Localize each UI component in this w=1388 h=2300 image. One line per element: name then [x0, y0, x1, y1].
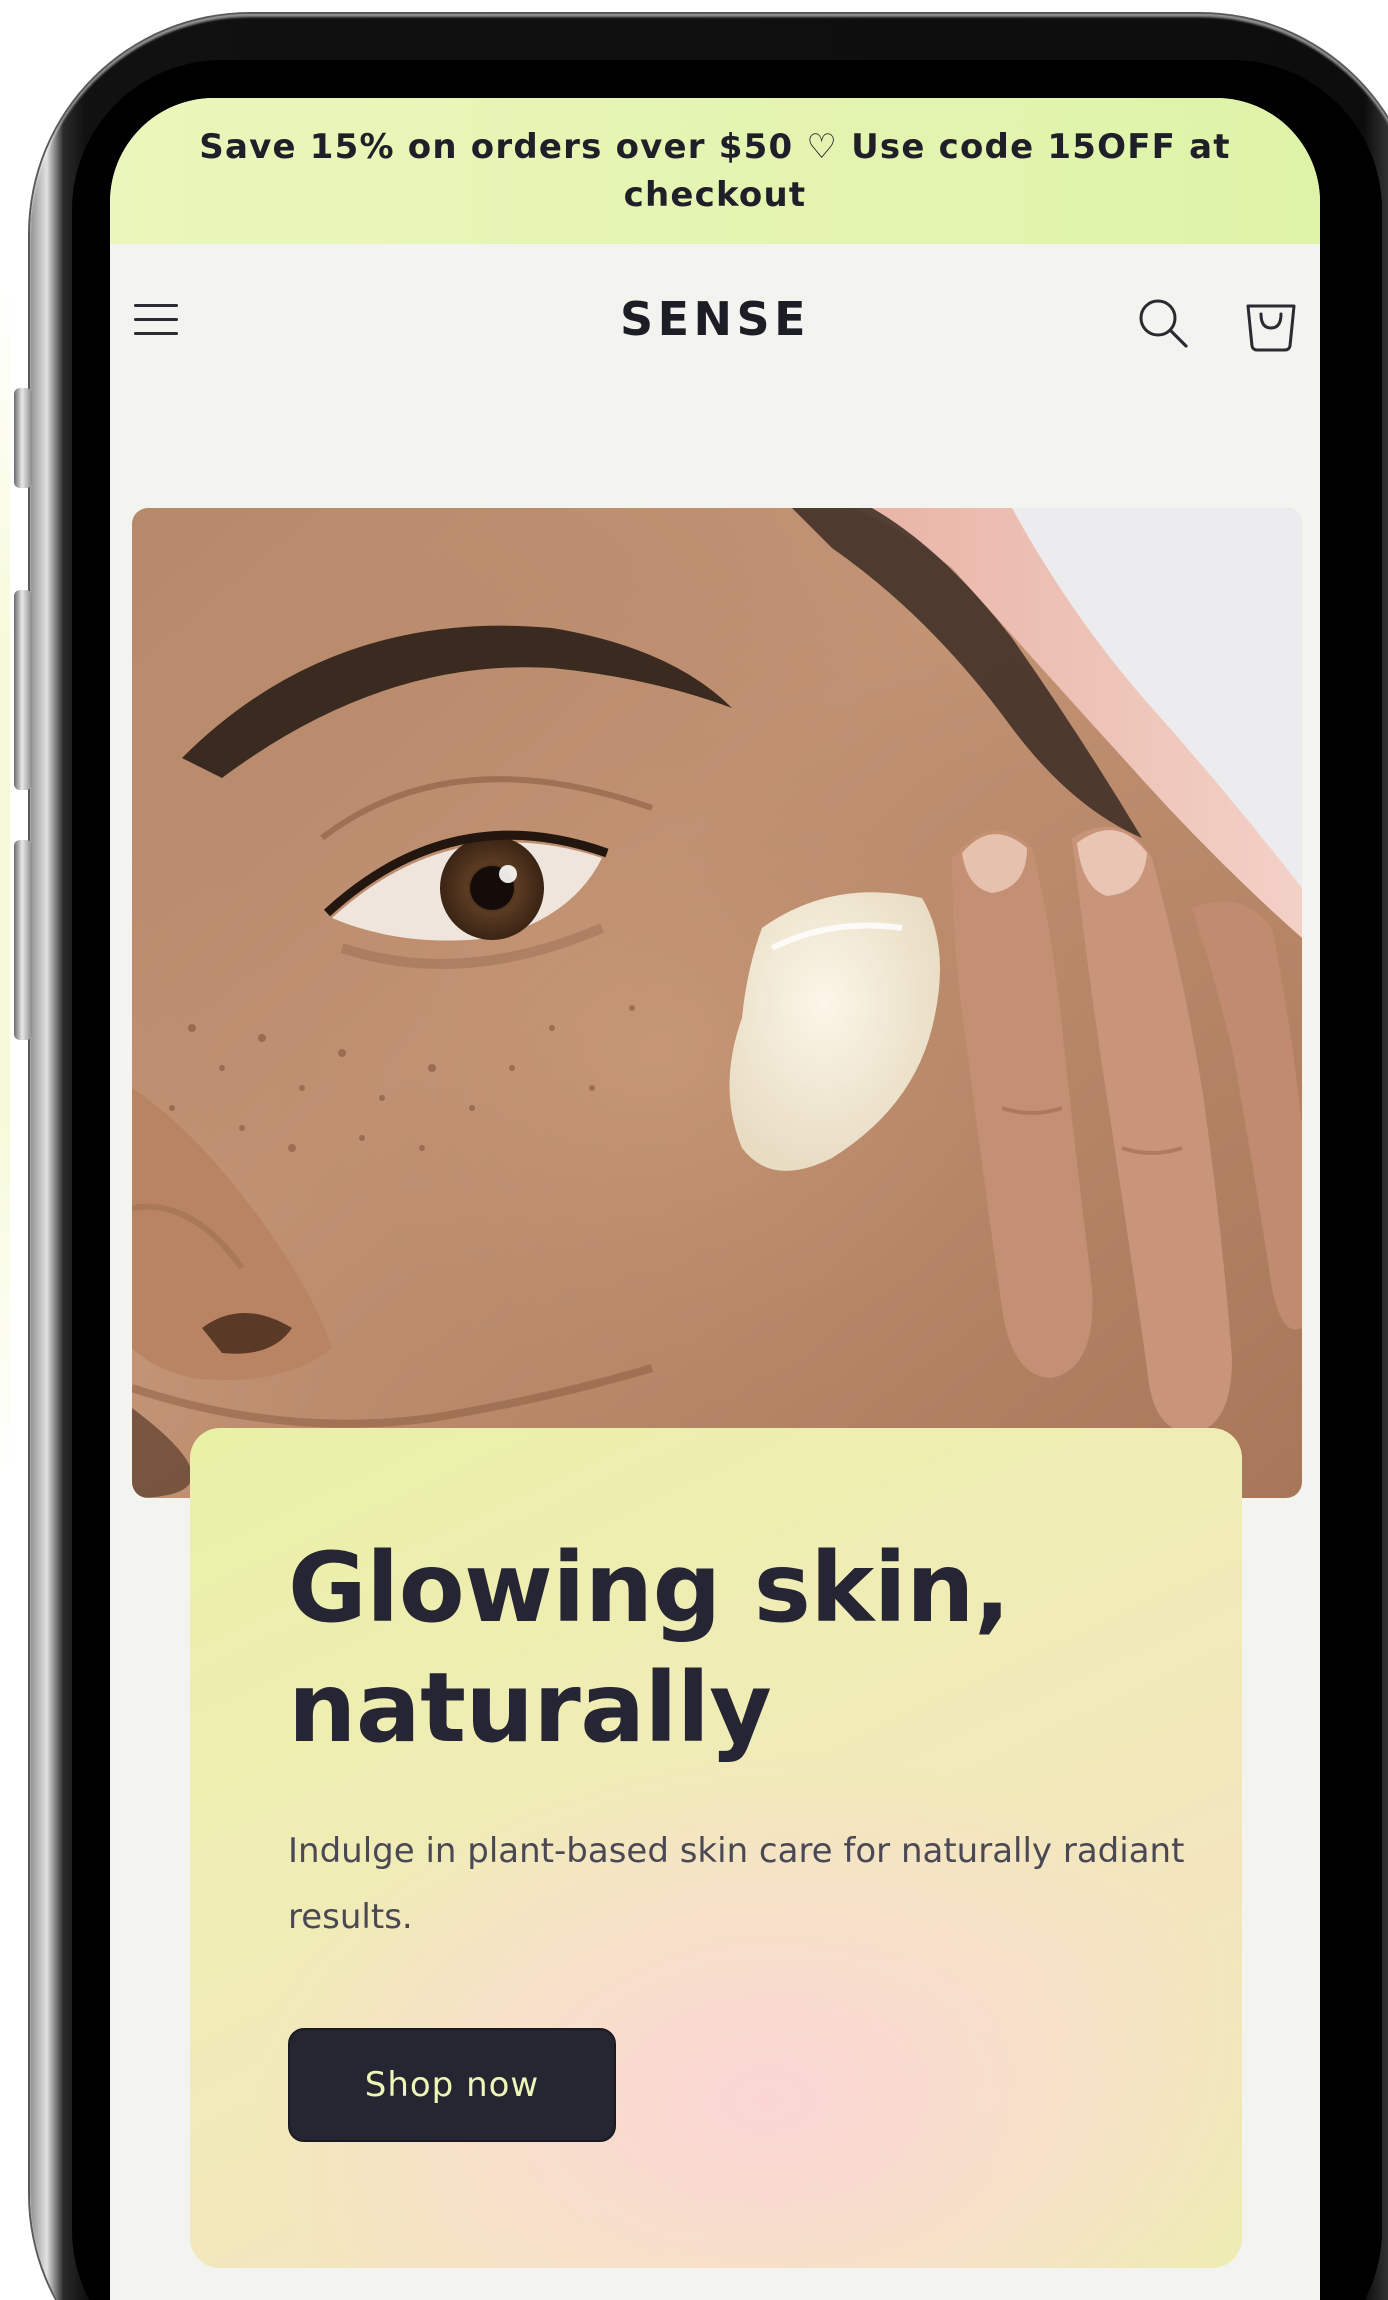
hero-title: Glowing skin, naturally — [288, 1532, 1010, 1764]
announcement-text: Save 15% on orders over $50 ♡ Use code 1… — [199, 127, 1231, 215]
phone-volume-down-button — [14, 840, 32, 1040]
hero-content-card: Glowing skin, naturally Indulge in plant… — [190, 1428, 1242, 2268]
device-mockup: Save 15% on orders over $50 ♡ Use code 1… — [0, 0, 1388, 2300]
phone-silent-switch — [14, 388, 32, 488]
phone-screen: Save 15% on orders over $50 ♡ Use code 1… — [110, 98, 1320, 2300]
announcement-bar: Save 15% on orders over $50 ♡ Use code 1… — [110, 98, 1320, 244]
site-header: SENSE — [110, 244, 1320, 404]
hero-description: Indulge in plant-based skin care for nat… — [288, 1831, 1185, 1937]
cart-icon[interactable] — [1242, 292, 1300, 352]
background-tint — [0, 280, 10, 1480]
cart-icon-graphic — [1246, 304, 1296, 352]
hero-image — [132, 508, 1302, 1498]
hero-photo-illustration — [132, 508, 1302, 1498]
search-icon[interactable] — [1134, 294, 1194, 354]
search-icon-graphic — [1139, 299, 1188, 348]
shop-now-button[interactable]: Shop now — [288, 2028, 616, 2142]
phone-volume-up-button — [14, 590, 32, 790]
